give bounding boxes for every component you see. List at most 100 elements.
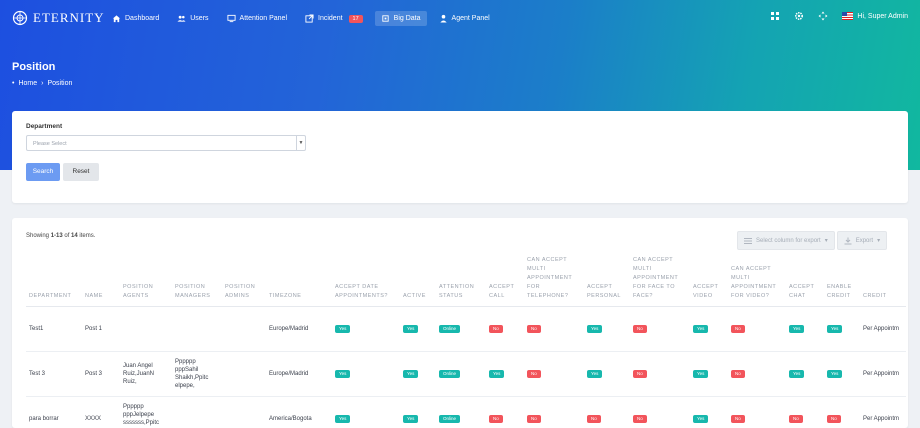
table-cell-accept-call: Yes [486,352,524,397]
breadcrumb: • Home › Position [12,80,72,87]
column-header[interactable]: Accept Chat [786,256,824,307]
table-cell-enable-credit: Yes [824,307,860,352]
nav-incident[interactable]: Incident 17 [299,11,369,26]
status-badge: No [731,325,745,333]
status-badge: Yes [335,325,350,333]
export-button[interactable]: Export ▾ [837,231,887,250]
status-badge: Yes [403,415,418,423]
nav-agent-panel[interactable]: Agent Panel [433,11,496,26]
status-badge: No [587,415,601,423]
status-badge: Online [439,415,460,423]
agent-icon [439,14,448,23]
table-cell-multi-tel: No [524,352,584,397]
results-summary: Showing 1-13 of 14 items. [26,233,95,239]
top-navbar: ETERNITY Dashboard Users Attention Panel… [0,0,920,38]
nav-incident-label: Incident [318,15,343,22]
table-cell-accept-date: Yes [332,307,400,352]
nav-dashboard[interactable]: Dashboard [106,11,165,26]
status-badge: No [789,415,803,423]
bullet-icon: • [12,80,14,87]
table-cell-timezone: Europe/Madrid [266,307,332,352]
status-badge: Yes [335,370,350,378]
user-greeting[interactable]: Hi, Super Admin [857,13,908,20]
gear-icon[interactable] [794,11,804,21]
monitor-icon [227,14,236,23]
summary-range: 1-13 [51,233,63,239]
department-select[interactable]: Please Select ▼ [26,135,306,151]
breadcrumb-current: Position [47,80,72,87]
table-cell-timezone: America/Bogota [266,397,332,428]
status-badge: Yes [827,370,842,378]
column-header[interactable]: Timezone [266,256,332,307]
table-cell-department: Test1 [26,307,82,352]
external-icon [305,14,314,23]
status-badge: Yes [587,325,602,333]
column-header[interactable]: Department [26,256,82,307]
status-badge: No [633,415,647,423]
results-card: Showing 1-13 of 14 items. Select column … [12,218,908,428]
chevron-down-icon[interactable]: ▼ [296,136,305,150]
table-cell-accept-date: Yes [332,352,400,397]
status-badge: Yes [789,325,804,333]
table-row[interactable]: Test1Post 1Europe/MadridYesYesOnlineNoNo… [26,307,906,352]
export-label: Export [856,238,873,244]
summary-prefix: Showing [26,233,51,239]
table-cell-department: Test 3 [26,352,82,397]
status-badge: No [731,415,745,423]
column-header[interactable]: Can Accept Multi Appointment For Telepho… [524,256,584,307]
table-cell-accept-chat: Yes [786,352,824,397]
column-header[interactable]: Accept Call [486,256,524,307]
status-badge: Yes [789,370,804,378]
table-cell-managers: Pppppp pppSahil Shaikh,Ppitc elpepe, [172,352,222,397]
column-header[interactable]: Name [82,256,120,307]
reset-button[interactable]: Reset [63,163,99,181]
breadcrumb-home[interactable]: Home [18,80,37,87]
table-cell-name: Post 3 [82,352,120,397]
table-row[interactable]: Test 3Post 3Juan Angel Ruiz,JuanN Ruiz,P… [26,352,906,397]
table-header-row: Department Name Position Agents Position… [26,256,906,307]
column-header[interactable]: Attention Status [436,256,486,307]
column-header[interactable]: Accept Date Appointments? [332,256,400,307]
table-cell-multi-video: No [728,352,786,397]
status-badge: No [489,415,503,423]
table-cell-accept-personal: No [584,397,630,428]
column-header[interactable]: Position Managers [172,256,222,307]
fullscreen-icon[interactable] [818,11,828,21]
table-cell-credit: Per Appointm [860,352,906,397]
table-cell-active: Yes [400,397,436,428]
status-badge: Online [439,325,460,333]
table-cell-multi-video: No [728,307,786,352]
column-header[interactable]: Credit [860,256,906,307]
table-cell-accept-call: No [486,397,524,428]
table-cell-accept-personal: Yes [584,307,630,352]
table-cell-attention: Online [436,397,486,428]
grid-icon[interactable] [770,11,780,21]
column-header[interactable]: Position Admins [222,256,266,307]
column-header[interactable]: Position Agents [120,256,172,307]
table-row[interactable]: para borrarXXXXPppppp pppJelpepe sssssss… [26,397,906,428]
nav-attention-panel[interactable]: Attention Panel [221,11,293,26]
select-columns-button[interactable]: Select column for export ▾ [737,231,835,250]
table-cell-attention: Online [436,307,486,352]
column-header[interactable]: Can Accept Multi Appointment For Video? [728,256,786,307]
summary-middle: of [63,233,71,239]
status-badge: No [527,415,541,423]
table-cell-multi-face: No [630,307,690,352]
status-badge: Yes [403,325,418,333]
status-badge: No [633,325,647,333]
column-header[interactable]: Enable Credit [824,256,860,307]
nav-users[interactable]: Users [171,11,214,26]
logo[interactable]: ETERNITY [12,10,105,26]
column-header[interactable]: Accept Personal [584,256,630,307]
column-header[interactable]: Can Accept Multi Appointment For Face To… [630,256,690,307]
us-flag-icon[interactable] [842,12,853,20]
table-cell-accept-chat: Yes [786,307,824,352]
column-header[interactable]: Accept Video [690,256,728,307]
status-badge: No [633,370,647,378]
column-header[interactable]: Active [400,256,436,307]
nav-big-data[interactable]: Big Data [375,11,427,26]
search-button[interactable]: Search [26,163,60,181]
status-badge: Yes [587,370,602,378]
select-columns-label: Select column for export [756,238,821,244]
caret-down-icon: ▾ [877,237,880,244]
